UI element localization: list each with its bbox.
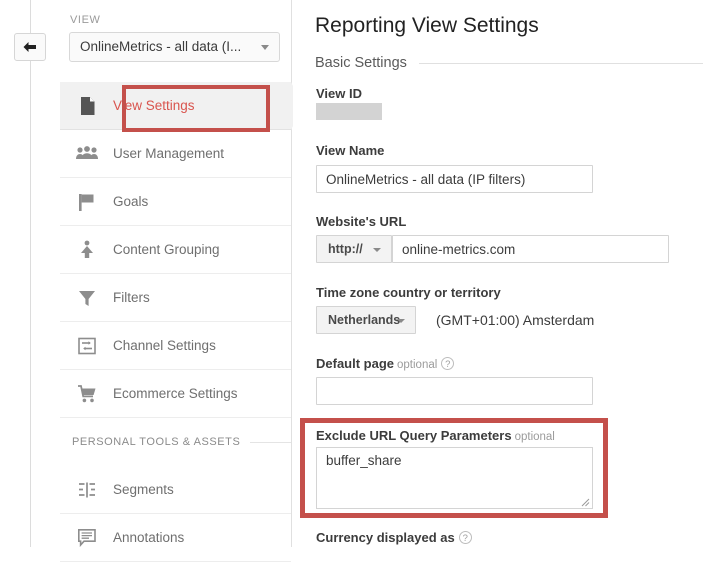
sidebar-item-ecommerce-settings[interactable]: Ecommerce Settings: [60, 370, 291, 418]
default-page-input[interactable]: [316, 377, 593, 405]
collapse-back-button[interactable]: [14, 33, 46, 61]
timezone-country-dropdown[interactable]: Netherlands: [316, 306, 416, 334]
people-icon: [72, 145, 102, 162]
view-section-label: VIEW: [70, 14, 101, 26]
sidebar-item-label: Annotations: [113, 530, 185, 545]
website-url-label: Website's URL: [316, 214, 407, 229]
chevron-down-icon: [397, 319, 405, 323]
sidebar-item-label: User Management: [113, 146, 225, 161]
chevron-down-icon: [373, 248, 381, 252]
exclude-query-params-label-text: Exclude URL Query Parameters: [316, 428, 512, 443]
question-mark-icon[interactable]: ?: [458, 531, 472, 544]
sidebar-item-annotations[interactable]: Annotations: [60, 514, 291, 562]
sidebar-item-content-grouping[interactable]: Content Grouping: [60, 226, 291, 274]
basic-settings-header: Basic Settings: [315, 55, 703, 71]
sidebar-item-filters[interactable]: Filters: [60, 274, 291, 322]
sidebar-item-view-settings[interactable]: View Settings: [60, 82, 303, 130]
sidebar-item-goals[interactable]: Goals: [60, 178, 291, 226]
exclude-query-params-textarea[interactable]: buffer_share: [316, 447, 593, 509]
currency-label: Currency displayed as?: [316, 530, 472, 545]
flag-icon: [72, 192, 102, 212]
sidebar-item-label: Segments: [113, 482, 174, 497]
exclude-query-params-label: Exclude URL Query Parameters optional: [316, 428, 555, 443]
sidebar-item-user-management[interactable]: User Management: [60, 130, 291, 178]
time-zone-label: Time zone country or territory: [316, 285, 501, 300]
sidebar-item-channel-settings[interactable]: Channel Settings: [60, 322, 291, 370]
sidebar-item-segments[interactable]: Segments: [60, 466, 291, 514]
segments-icon: [72, 481, 102, 499]
funnel-icon: [72, 288, 102, 308]
view-selector-dropdown[interactable]: OnlineMetrics - all data (I...: [69, 32, 280, 62]
sidebar-item-label: Channel Settings: [113, 338, 216, 353]
sidebar-item-label: View Settings: [113, 98, 195, 113]
view-id-label: View ID: [316, 86, 363, 101]
cart-icon: [72, 384, 102, 404]
section-divider: [418, 62, 703, 64]
sidebar: VIEW OnlineMetrics - all data (I... View…: [60, 0, 303, 562]
arrow-left-icon: [22, 40, 38, 54]
sidebar-item-label: Ecommerce Settings: [113, 386, 238, 401]
website-url-input[interactable]: [392, 235, 669, 263]
sidebar-section-label: PERSONAL TOOLS & ASSETS: [72, 436, 241, 448]
channel-icon: [72, 336, 102, 356]
question-mark-icon[interactable]: ?: [441, 357, 455, 370]
sidebar-section-personal-tools: PERSONAL TOOLS & ASSETS: [60, 418, 291, 466]
page-title: Reporting View Settings: [315, 14, 539, 37]
default-page-label-text: Default page: [316, 356, 395, 371]
sidebar-item-label: Content Grouping: [113, 242, 220, 257]
view-id-value-redacted: [316, 103, 382, 120]
left-rail: [0, 0, 60, 547]
content-grouping-icon: [72, 240, 102, 260]
currency-label-text: Currency displayed as: [316, 530, 455, 545]
timezone-offset-value: (GMT+01:00) Amsterdam: [436, 312, 595, 328]
sidebar-nav: View Settings User Management Goals Cont…: [60, 82, 303, 562]
view-name-label: View Name: [316, 143, 385, 158]
view-name-input[interactable]: [316, 165, 593, 193]
basic-settings-label: Basic Settings: [315, 55, 407, 71]
annotation-icon: [72, 528, 102, 547]
default-page-label: Default page optional?: [316, 356, 455, 371]
url-protocol-value: http://: [328, 242, 363, 256]
optional-tag: optional: [397, 359, 438, 371]
chevron-down-icon: [261, 45, 269, 50]
url-protocol-dropdown[interactable]: http://: [316, 235, 392, 263]
document-icon: [72, 96, 102, 116]
sidebar-item-label: Goals: [113, 194, 149, 209]
sidebar-item-label: Filters: [113, 290, 150, 305]
section-divider: [250, 441, 291, 443]
timezone-country-value: Netherlands: [328, 313, 401, 327]
optional-tag: optional: [514, 431, 555, 443]
view-selector-value: OnlineMetrics - all data (I...: [80, 39, 242, 54]
rail-divider: [30, 0, 31, 547]
